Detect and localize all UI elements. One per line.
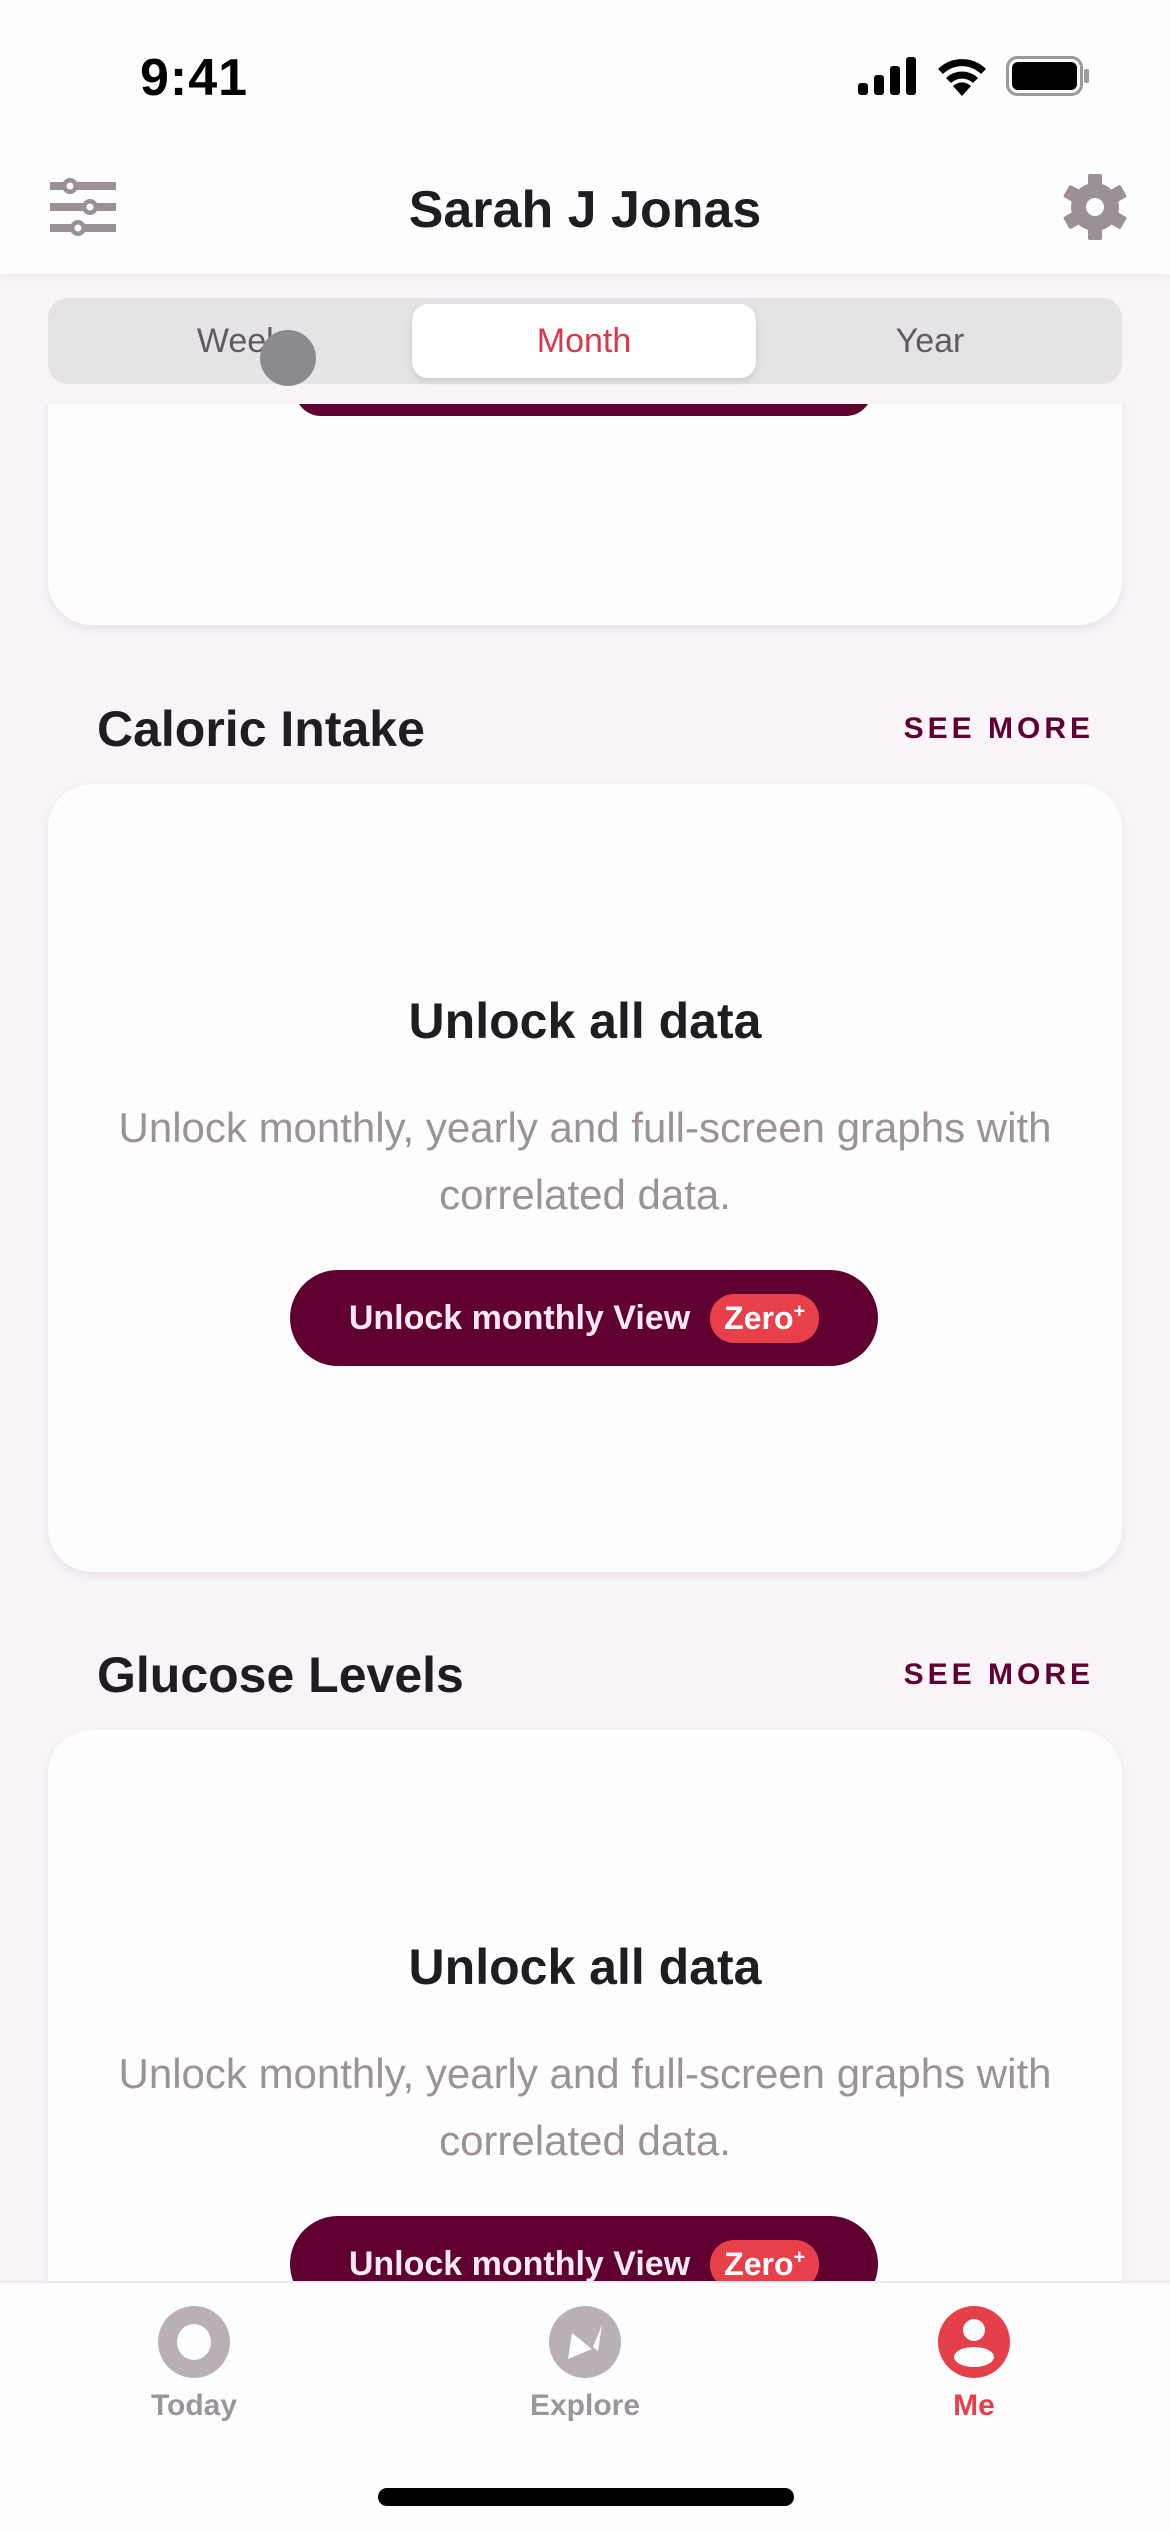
unlock-button-label: Unlock monthly View <box>348 1298 691 1337</box>
badge-text: Zero <box>724 1299 794 1336</box>
unlock-button-label: Unlock monthly View <box>348 2244 691 2283</box>
tab-explore[interactable]: Explore <box>485 2305 685 2465</box>
unlock-monthly-view-button[interactable]: Unlock monthly View Zero+ <box>290 1270 878 1366</box>
tab-me[interactable]: Me <box>874 2305 1074 2465</box>
unlock-description: Unlock monthly, yearly and full-screen g… <box>118 2050 1052 2164</box>
page-title: Sarah J Jonas <box>408 181 762 239</box>
settings-button[interactable] <box>1060 172 1130 242</box>
status-icons <box>858 56 1090 96</box>
badge-sup: + <box>793 1299 806 1322</box>
cellular-signal-icon <box>858 57 916 95</box>
see-more-caloric-intake[interactable]: SEE MORE <box>904 712 1094 746</box>
tab-label: Me <box>953 2389 995 2422</box>
tab-label: Explore <box>529 2389 641 2422</box>
battery-icon <box>1006 56 1089 96</box>
unlock-title: Unlock all data <box>408 993 762 1049</box>
profile-icon <box>938 2306 1010 2378</box>
unlock-title: Unlock all data <box>408 1939 762 1995</box>
touch-indicator <box>260 330 316 386</box>
badge-sup: + <box>793 2245 806 2268</box>
wifi-icon <box>938 59 986 96</box>
see-more-glucose-levels[interactable]: SEE MORE <box>904 1658 1094 1692</box>
gear-icon <box>1063 174 1127 240</box>
section-title-glucose-levels: Glucose Levels <box>97 1647 464 1703</box>
segment-container: Week Month Year <box>0 274 1170 404</box>
caloric-intake-card: Unlock all data Unlock monthly, yearly a… <box>48 784 1122 1572</box>
unlock-description: Unlock monthly, yearly and full-screen g… <box>118 1104 1052 1218</box>
tab-label: Today <box>150 2389 238 2422</box>
zero-plus-badge: Zero+ <box>710 1293 820 1343</box>
segment-week[interactable]: Week <box>68 304 412 378</box>
status-time: 9:41 <box>140 49 249 107</box>
segment-month[interactable]: Month <box>412 304 756 378</box>
nav-header: Sarah J Jonas <box>0 150 1170 274</box>
period-segmented-control: Week Month Year <box>48 298 1122 384</box>
segment-year[interactable]: Year <box>758 304 1102 378</box>
home-indicator[interactable] <box>378 2488 794 2506</box>
status-bar: 9:41 <box>0 0 1170 150</box>
circle-ring-icon <box>158 2306 230 2378</box>
tab-today[interactable]: Today <box>94 2305 294 2465</box>
section-title-caloric-intake: Caloric Intake <box>97 701 425 757</box>
badge-text: Zero <box>724 2245 794 2282</box>
compass-icon <box>549 2306 621 2378</box>
